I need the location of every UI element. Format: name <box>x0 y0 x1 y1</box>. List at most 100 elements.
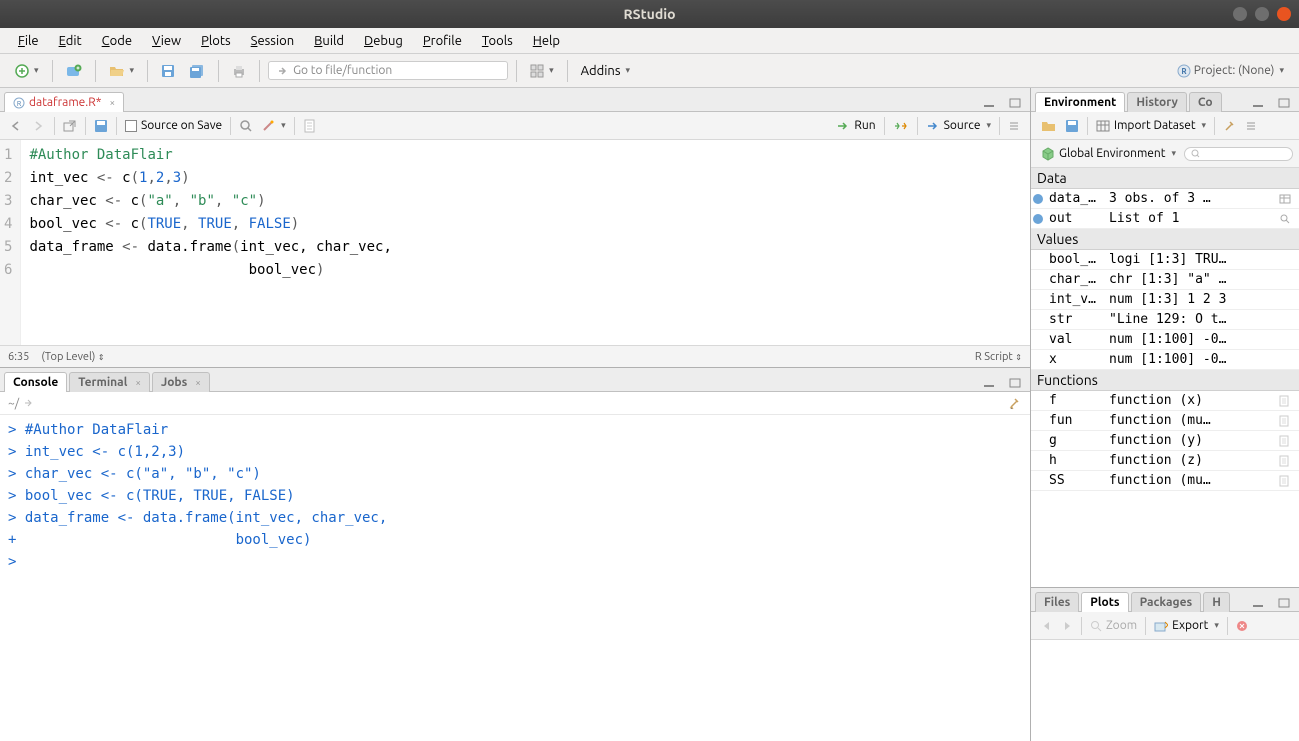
tab-files[interactable]: Files <box>1035 592 1079 612</box>
console-tabbar: ConsoleTerminal×Jobs× <box>0 368 1030 392</box>
remove-plot-button[interactable] <box>1232 620 1252 632</box>
env-row[interactable]: str"Line 129: O t… <box>1031 310 1299 330</box>
env-row[interactable]: valnum [1:100] -0… <box>1031 330 1299 350</box>
import-dataset-button[interactable]: Import Dataset▾ <box>1092 119 1210 132</box>
new-project-button[interactable] <box>61 61 87 81</box>
export-button[interactable]: Export▾ <box>1150 619 1223 632</box>
compile-report-button[interactable] <box>299 119 319 133</box>
menubar: FileEditCodeViewPlotsSessionBuildDebugPr… <box>0 28 1299 54</box>
plot-prev-button[interactable] <box>1037 621 1057 631</box>
menu-view[interactable]: View <box>142 32 191 50</box>
pane-minimize-button[interactable] <box>978 375 1000 391</box>
save-workspace-button[interactable] <box>1061 119 1083 133</box>
env-row[interactable]: gfunction (y) <box>1031 431 1299 451</box>
arrow-right-icon <box>32 121 46 131</box>
export-label: Export <box>1172 619 1208 632</box>
env-row[interactable]: SSfunction (mu… <box>1031 471 1299 491</box>
maximize-button[interactable] <box>1255 7 1269 21</box>
scope-selector[interactable]: (Top Level) ⇕ <box>41 351 104 363</box>
pane-maximize-button[interactable] <box>1004 375 1026 391</box>
menu-profile[interactable]: Profile <box>413 32 472 50</box>
plot-next-button[interactable] <box>1057 621 1077 631</box>
find-button[interactable] <box>235 119 257 133</box>
pane-minimize-button[interactable] <box>978 95 1000 111</box>
save-file-button[interactable] <box>90 119 112 133</box>
pane-minimize-button[interactable] <box>1247 595 1269 611</box>
file-type-selector[interactable]: R Script ⇕ <box>975 351 1022 363</box>
global-env-selector[interactable]: Global Environment▾ <box>1037 147 1180 161</box>
env-row[interactable]: outList of 1 <box>1031 209 1299 229</box>
tab-h[interactable]: H <box>1203 592 1230 612</box>
r-file-icon: R <box>13 97 25 109</box>
tab-history[interactable]: History <box>1127 92 1187 112</box>
new-file-button[interactable]: ▾ <box>10 61 44 81</box>
goto-file-function-input[interactable]: Go to file/function <box>268 61 508 80</box>
outline-button[interactable] <box>1004 120 1024 132</box>
minimize-button[interactable] <box>1233 7 1247 21</box>
env-row[interactable]: xnum [1:100] -0… <box>1031 350 1299 370</box>
tab-plots[interactable]: Plots <box>1081 592 1128 612</box>
menu-code[interactable]: Code <box>92 32 142 50</box>
pane-maximize-button[interactable] <box>1004 95 1026 111</box>
env-scope-label: Global Environment <box>1059 147 1166 160</box>
tab-console[interactable]: Console <box>4 372 67 392</box>
show-in-new-window-button[interactable] <box>59 120 81 132</box>
menu-help[interactable]: Help <box>523 32 570 50</box>
zoom-button[interactable]: Zoom <box>1086 619 1141 632</box>
menu-tools[interactable]: Tools <box>472 32 523 50</box>
path-arrow-icon[interactable] <box>23 398 33 408</box>
editor-code-area[interactable]: #Author DataFlairint_vec <- c(1,2,3)char… <box>21 140 1030 345</box>
grid-view-button[interactable]: ▾ <box>525 61 559 81</box>
env-row[interactable]: int_v…num [1:3] 1 2 3 <box>1031 290 1299 310</box>
broom-icon[interactable] <box>1008 396 1022 410</box>
code-tools-button[interactable]: ▾ <box>257 119 290 133</box>
console-output[interactable]: > #Author DataFlair> int_vec <- c(1,2,3)… <box>0 415 1030 741</box>
floppy-multi-icon <box>189 64 205 78</box>
tab-environment[interactable]: Environment <box>1035 92 1125 112</box>
editor-tab-dataframe[interactable]: R dataframe.R* × <box>4 92 124 112</box>
env-row[interactable]: ffunction (x) <box>1031 391 1299 411</box>
project-selector[interactable]: R Project: (None) ▾ <box>1172 61 1289 81</box>
menu-build[interactable]: Build <box>304 32 354 50</box>
rerun-icon <box>893 121 909 131</box>
tab-co[interactable]: Co <box>1189 92 1222 112</box>
source-button[interactable]: Source▾ <box>922 119 995 132</box>
menu-debug[interactable]: Debug <box>354 32 413 50</box>
tab-terminal[interactable]: Terminal× <box>69 372 150 392</box>
pane-maximize-button[interactable] <box>1273 595 1295 611</box>
env-search-input[interactable] <box>1184 147 1293 161</box>
menu-session[interactable]: Session <box>241 32 304 50</box>
env-row[interactable]: char_…chr [1:3] "a" … <box>1031 270 1299 290</box>
editor-content[interactable]: 123456 #Author DataFlairint_vec <- c(1,2… <box>0 140 1030 345</box>
tab-jobs[interactable]: Jobs× <box>152 372 210 392</box>
back-button[interactable] <box>6 121 28 131</box>
env-row[interactable]: funfunction (mu… <box>1031 411 1299 431</box>
env-row[interactable]: data_…3 obs. of 3 … <box>1031 189 1299 209</box>
env-section-values: Values <box>1031 229 1299 250</box>
console-pane: ConsoleTerminal×Jobs× ~/ > #Author DataF… <box>0 368 1030 741</box>
print-button[interactable] <box>227 61 251 81</box>
forward-button[interactable] <box>28 121 50 131</box>
list-view-button[interactable] <box>1241 120 1261 132</box>
tab-close-icon[interactable]: × <box>109 97 115 108</box>
run-button[interactable]: Run <box>832 119 879 132</box>
clear-workspace-button[interactable] <box>1219 119 1241 133</box>
menu-file[interactable]: File <box>8 32 49 50</box>
menu-edit[interactable]: Edit <box>49 32 92 50</box>
pane-minimize-button[interactable] <box>1247 95 1269 111</box>
menu-plots[interactable]: Plots <box>191 32 241 50</box>
save-button[interactable] <box>156 61 180 81</box>
window-title: RStudio <box>623 6 675 22</box>
save-all-button[interactable] <box>184 61 210 81</box>
env-row[interactable]: hfunction (z) <box>1031 451 1299 471</box>
rerun-button[interactable] <box>889 121 913 131</box>
addins-dropdown[interactable]: Addins ▾ <box>576 61 635 81</box>
env-row[interactable]: bool_…logi [1:3] TRU… <box>1031 250 1299 270</box>
source-on-save-checkbox[interactable]: Source on Save <box>121 119 226 132</box>
load-workspace-button[interactable] <box>1037 119 1061 133</box>
pane-maximize-button[interactable] <box>1273 95 1295 111</box>
close-button[interactable] <box>1277 7 1291 21</box>
r-project-icon: R <box>1177 64 1191 78</box>
tab-packages[interactable]: Packages <box>1131 592 1202 612</box>
open-file-button[interactable]: ▾ <box>104 61 140 81</box>
